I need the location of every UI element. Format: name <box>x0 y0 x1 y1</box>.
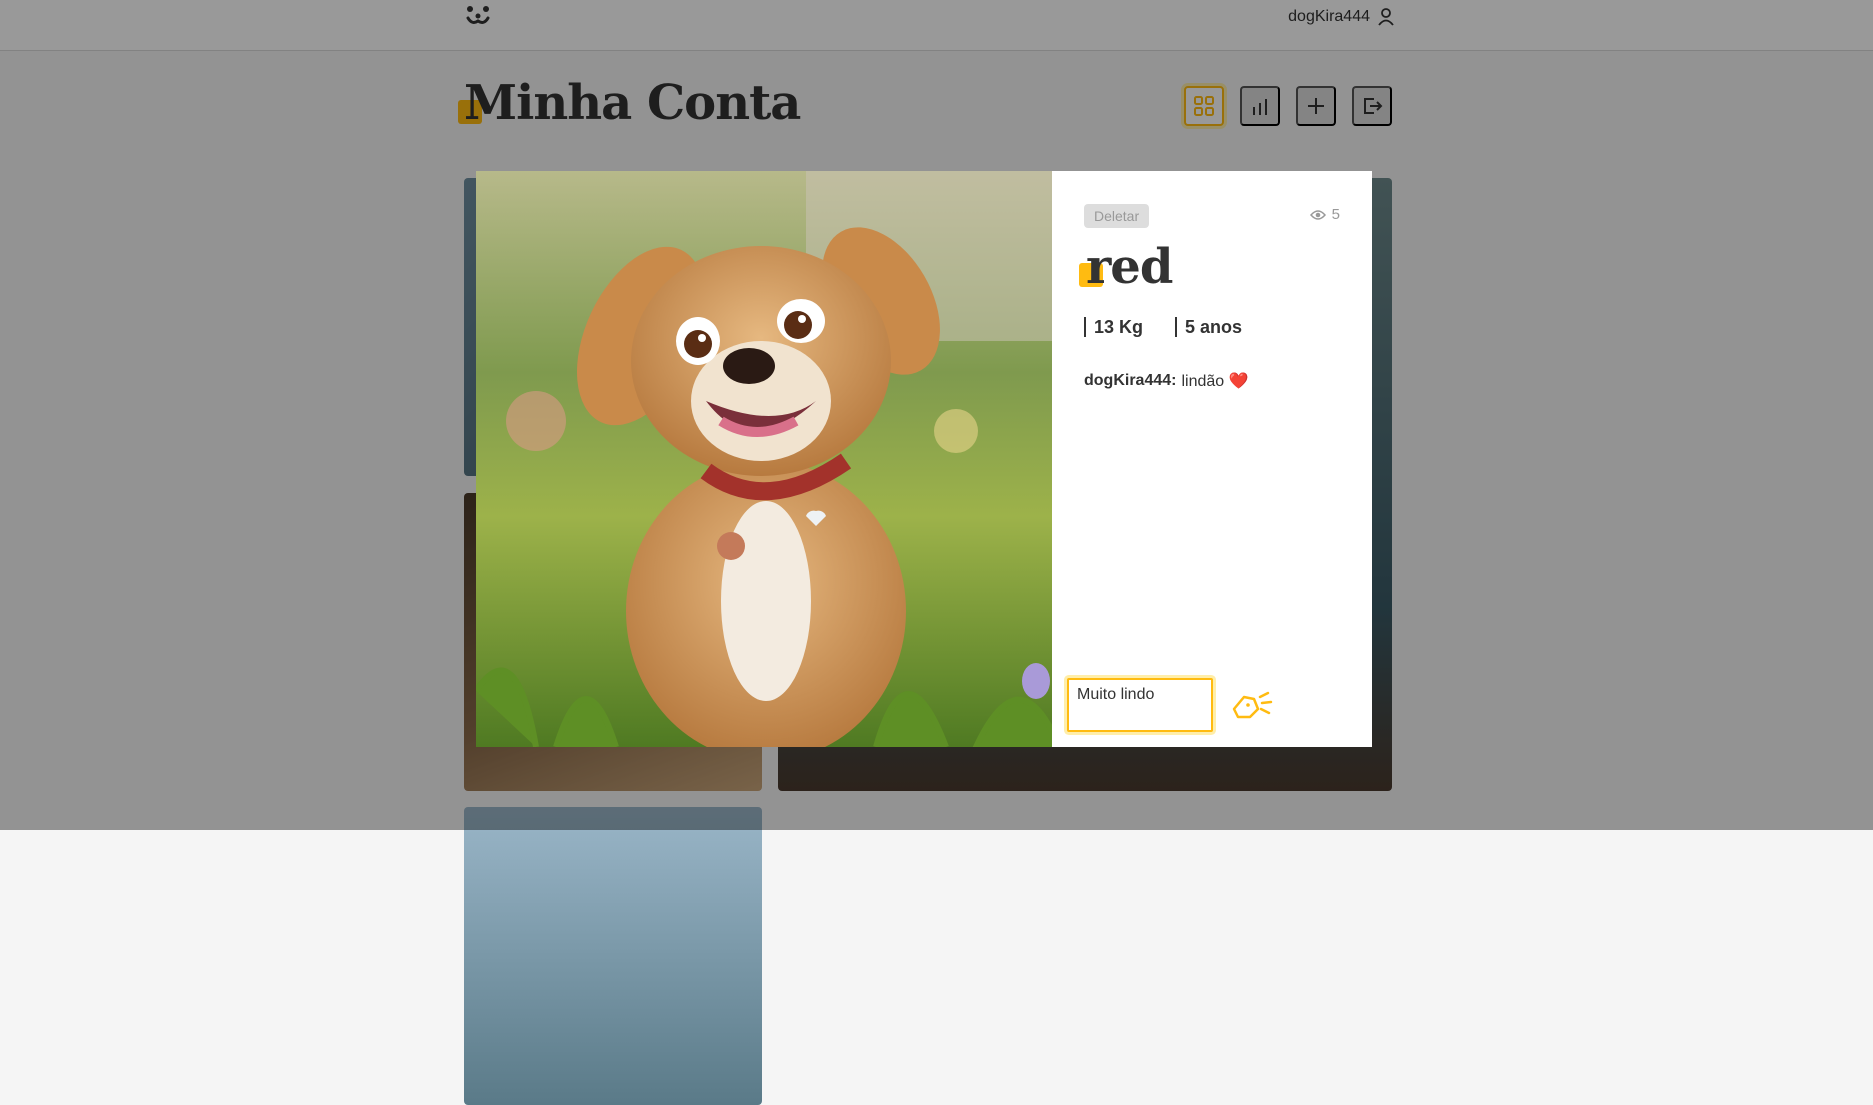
photo-stats: 13 Kg 5 anos <box>1084 317 1242 337</box>
age-stat: 5 anos <box>1175 317 1242 337</box>
comment-text: lindão ❤️ <box>1181 373 1249 390</box>
comment-author: dogKira444: <box>1084 372 1177 389</box>
eye-icon <box>1309 209 1326 220</box>
comment-list: dogKira444: lindão ❤️ <box>1084 371 1249 391</box>
comment-item: dogKira444: lindão ❤️ <box>1084 371 1249 391</box>
weight-stat: 13 Kg <box>1084 317 1143 337</box>
comment-form: Muito lindo <box>1067 678 1277 732</box>
comment-input[interactable]: Muito lindo <box>1067 678 1213 732</box>
view-count-value: 5 <box>1331 206 1340 223</box>
send-comment-button[interactable] <box>1227 682 1277 728</box>
photo-name[interactable]: red <box>1086 231 1173 303</box>
delete-button[interactable]: Deletar <box>1084 204 1150 228</box>
photo-image <box>476 171 1052 747</box>
photo-details: Deletar 5 red 13 Kg 5 anos dogKira444: l… <box>1052 171 1372 747</box>
puppy-photo <box>476 171 1052 747</box>
feed-photo[interactable] <box>464 807 762 1105</box>
photo-modal: Deletar 5 red 13 Kg 5 anos dogKira444: l… <box>476 171 1372 747</box>
view-count: 5 <box>1309 206 1340 223</box>
send-bark-icon <box>1232 691 1273 719</box>
